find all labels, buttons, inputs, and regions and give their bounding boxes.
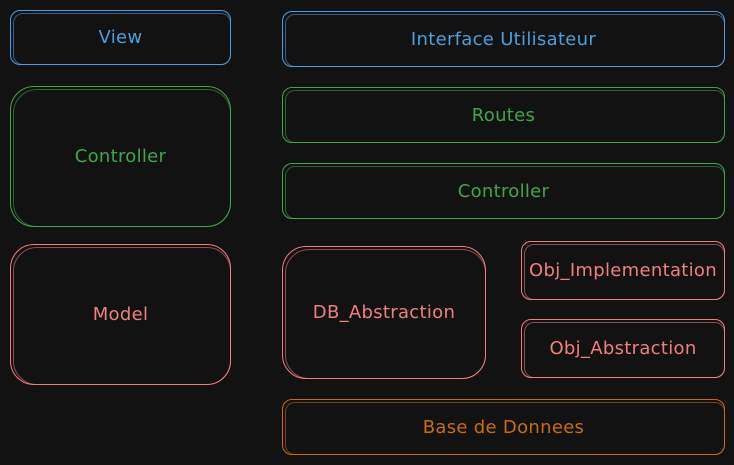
controller-layer-box: Controller — [10, 86, 231, 227]
interface-utilisateur-box: Interface Utilisateur — [282, 11, 725, 67]
obj-implementation-box: Obj_Implementation — [521, 241, 725, 300]
view-box: View — [10, 10, 231, 65]
obj-implementation-label: Obj_Implementation — [529, 260, 717, 281]
db-abstraction-label: DB_Abstraction — [312, 302, 456, 323]
controller-box: Controller — [282, 163, 725, 219]
model-box: Model — [10, 244, 231, 385]
routes-label: Routes — [471, 104, 536, 126]
interface-utilisateur-label: Interface Utilisateur — [410, 28, 597, 50]
base-de-donnees-box: Base de Donnees — [282, 399, 725, 455]
db-abstraction-box: DB_Abstraction — [282, 246, 486, 379]
obj-abstraction-label: Obj_Abstraction — [549, 338, 697, 359]
obj-abstraction-box: Obj_Abstraction — [521, 319, 725, 378]
routes-box: Routes — [282, 87, 725, 143]
controller-label: Controller — [457, 180, 550, 202]
base-de-donnees-label: Base de Donnees — [422, 416, 585, 438]
controller-layer-label: Controller — [74, 146, 167, 167]
model-label: Model — [92, 304, 149, 325]
view-label: View — [98, 27, 143, 48]
